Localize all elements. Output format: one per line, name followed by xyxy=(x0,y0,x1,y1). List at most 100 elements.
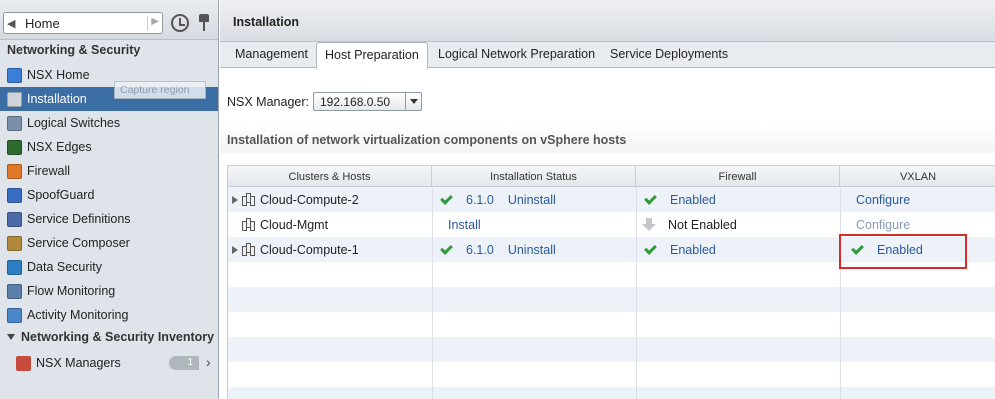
sidebar-item-label: Service Composer xyxy=(27,236,130,250)
sidebar-item-label: SpoofGuard xyxy=(27,188,95,202)
hosts-grid: Clusters & Hosts Installation Status Fir… xyxy=(227,165,995,399)
check-icon xyxy=(440,191,453,205)
grid-header: Clusters & Hosts Installation Status Fir… xyxy=(228,165,995,187)
cluster-cell[interactable]: Cloud-Compute-2 xyxy=(232,187,359,212)
sidebar-item-label: Flow Monitoring xyxy=(27,284,116,298)
forward-arrow-icon[interactable]: ▶ xyxy=(147,16,159,30)
sidebar-item-nsx-edges[interactable]: NSX Edges xyxy=(0,135,218,159)
cluster-cell[interactable]: Cloud-Compute-1 xyxy=(232,237,359,262)
back-arrow-icon[interactable]: ◀ xyxy=(7,17,15,30)
install-link[interactable]: Install xyxy=(448,218,481,232)
sidebar-item-flow-monitoring[interactable]: Flow Monitoring xyxy=(0,279,218,303)
highlight-box xyxy=(839,234,967,269)
home-breadcrumb[interactable]: ◀ Home ▶ xyxy=(3,12,163,34)
uninstall-link[interactable]: Uninstall xyxy=(508,243,556,257)
nsx-manager-value: 192.168.0.50 xyxy=(320,95,391,109)
sidebar-item-service-composer[interactable]: Service Composer xyxy=(0,231,218,255)
chevron-down-icon[interactable] xyxy=(405,93,421,110)
main-panel: Installation Management Host Preparation… xyxy=(220,0,995,399)
column-header-clusters-hosts[interactable]: Clusters & Hosts xyxy=(228,166,432,187)
tab-logical-network-preparation[interactable]: Logical Network Preparation xyxy=(430,42,603,68)
capture-region-tooltip: Capture region xyxy=(114,81,206,99)
service-composer-icon xyxy=(7,235,22,251)
sidebar-item-data-security[interactable]: Data Security xyxy=(0,255,218,279)
firewall-status: Not Enabled xyxy=(668,217,737,232)
sidebar-item-firewall[interactable]: Firewall xyxy=(0,159,218,183)
configure-link: Configure xyxy=(856,217,911,232)
installation-status-cell: 6.1.0 Uninstall xyxy=(438,187,556,212)
home-label[interactable]: Home xyxy=(25,16,60,31)
sidebar-item-label: Installation xyxy=(27,92,87,106)
table-row[interactable]: Cloud-Compute-2 6.1.0 Uninstall Enabled Conf… xyxy=(228,187,995,212)
sidebar-item-spoofguard[interactable]: SpoofGuard xyxy=(0,183,218,207)
firewall-cell: Not Enabled xyxy=(642,212,737,237)
firewall-status: Enabled xyxy=(670,242,716,257)
sidebar-item-label: NSX Edges xyxy=(27,140,92,154)
flow-monitoring-icon xyxy=(7,283,22,299)
nsx-home-icon xyxy=(7,67,22,83)
empty-row xyxy=(228,287,995,312)
sidebar-item-logical-switches[interactable]: Logical Switches xyxy=(0,111,218,135)
version-label: 6.1.0 xyxy=(466,192,494,207)
cluster-icon xyxy=(242,243,256,256)
expand-arrow-icon[interactable] xyxy=(232,245,238,254)
chevron-right-icon[interactable]: › xyxy=(206,354,211,370)
tab-host-preparation[interactable]: Host Preparation xyxy=(316,42,428,69)
empty-row xyxy=(228,337,995,362)
cluster-name: Cloud-Compute-1 xyxy=(260,242,359,257)
nsx-managers-label: NSX Managers xyxy=(36,356,121,370)
check-icon xyxy=(644,191,657,205)
sidebar-item-nsx-managers[interactable]: NSX Managers 1 › xyxy=(16,351,218,375)
firewall-icon xyxy=(7,163,22,179)
gear-icon xyxy=(7,91,22,107)
collapse-caret-icon[interactable] xyxy=(7,334,15,340)
page-title: Installation xyxy=(233,15,299,29)
tab-service-deployments[interactable]: Service Deployments xyxy=(602,42,736,68)
sidebar-item-activity-monitoring[interactable]: Activity Monitoring xyxy=(0,303,218,327)
installation-status-cell: 6.1.0 Uninstall xyxy=(438,237,556,262)
column-divider xyxy=(432,187,433,399)
nsx-manager-select[interactable]: 192.168.0.50 xyxy=(313,92,422,111)
data-security-icon xyxy=(7,259,22,275)
empty-row xyxy=(228,362,995,387)
sidebar-item-label: Firewall xyxy=(27,164,71,178)
tab-bar: Management Host Preparation Logical Netw… xyxy=(220,42,995,69)
version-label: 6.1.0 xyxy=(466,242,494,257)
vxlan-cell: Configure xyxy=(856,187,910,212)
sidebar-item-label: Activity Monitoring xyxy=(27,308,129,322)
installation-status-cell: Install xyxy=(448,212,481,237)
cluster-name: Cloud-Compute-2 xyxy=(260,192,359,207)
section-title: Installation of network virtualization c… xyxy=(220,126,995,153)
tab-management[interactable]: Management xyxy=(227,42,316,68)
navigator-toolbar: ◀ Home ▶ xyxy=(0,0,218,40)
count-badge: 1 xyxy=(169,356,199,370)
column-header-installation-status[interactable]: Installation Status xyxy=(432,166,636,187)
empty-row xyxy=(228,312,995,337)
service-definitions-icon xyxy=(7,211,22,227)
history-icon[interactable] xyxy=(171,14,189,32)
sidebar-item-label: Service Definitions xyxy=(27,212,131,226)
logical-switch-icon xyxy=(7,115,22,131)
uninstall-link[interactable]: Uninstall xyxy=(508,193,556,207)
column-header-vxlan[interactable]: VXLAN xyxy=(840,166,995,187)
pin-icon[interactable] xyxy=(197,14,211,32)
column-header-firewall[interactable]: Firewall xyxy=(636,166,840,187)
cluster-icon xyxy=(242,218,256,231)
activity-monitoring-icon xyxy=(7,307,22,323)
inventory-heading[interactable]: Networking & Security Inventory xyxy=(7,330,214,344)
sidebar-item-label: Data Security xyxy=(27,260,103,274)
panel-header: Installation xyxy=(220,0,995,42)
spoofguard-icon xyxy=(7,187,22,203)
configure-link[interactable]: Configure xyxy=(856,193,910,207)
check-icon xyxy=(644,241,657,255)
networking-security-heading: Networking & Security xyxy=(7,43,141,57)
nsx-edge-icon xyxy=(7,139,22,155)
expand-arrow-icon[interactable] xyxy=(232,195,238,204)
cluster-cell[interactable]: Cloud-Mgmt xyxy=(232,212,328,237)
empty-row xyxy=(228,387,995,399)
navigator-panel: ◀ Home ▶ Networking & Security NSX Home I… xyxy=(0,0,219,399)
sidebar-item-service-definitions[interactable]: Service Definitions xyxy=(0,207,218,231)
firewall-cell: Enabled xyxy=(642,187,716,212)
column-divider xyxy=(840,187,841,399)
not-enabled-arrow-icon xyxy=(642,217,656,232)
